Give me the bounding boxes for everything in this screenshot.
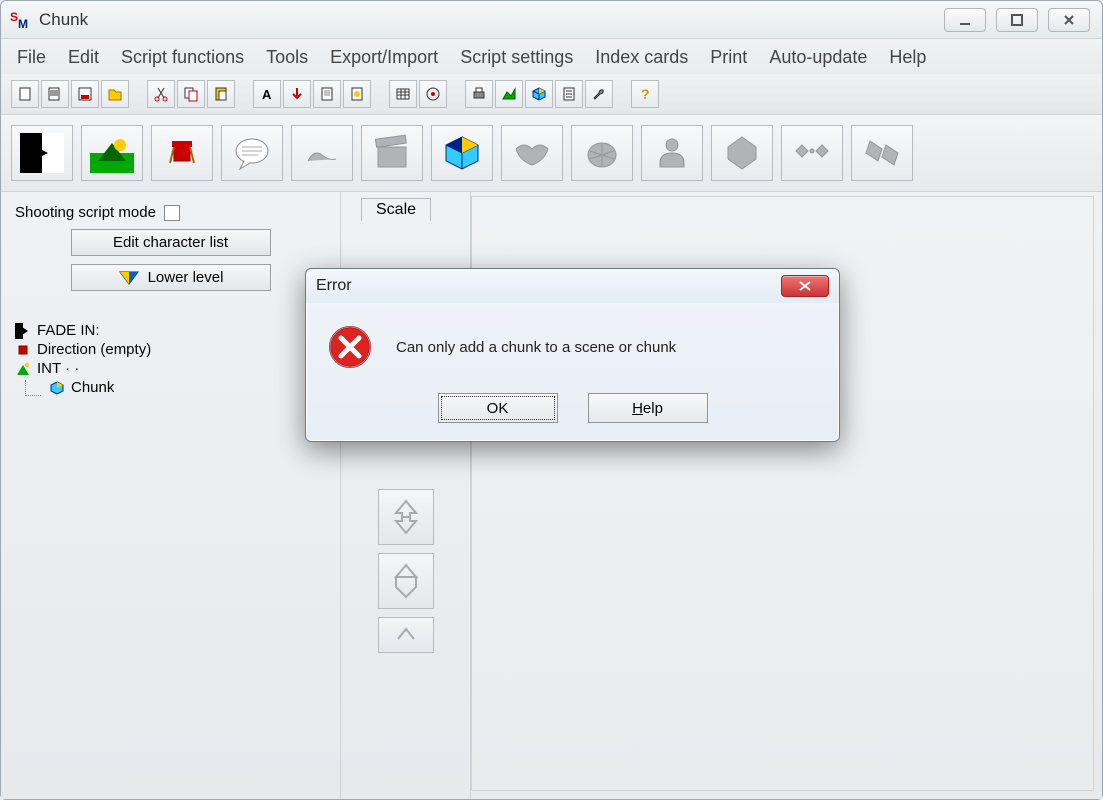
dialog-body: Can only add a chunk to a scene or chunk [306,303,839,389]
ok-label: OK [487,400,509,417]
dialog-title: Error [316,277,352,295]
dialog-message: Can only add a chunk to a scene or chunk [396,339,676,356]
dialog-close-button[interactable] [781,275,829,297]
error-dialog: Error Can only add a chunk to a scene or… [305,268,840,442]
help-underline: H [632,400,643,417]
error-icon [326,323,374,371]
dialog-titlebar: Error [306,269,839,303]
dialog-buttons: OK Help [306,389,839,441]
help-rest: elp [643,400,663,417]
close-icon [798,280,812,292]
dialog-help-button[interactable]: Help [588,393,708,423]
dialog-ok-button[interactable]: OK [438,393,558,423]
modal-backdrop: Error Can only add a chunk to a scene or… [0,0,1103,800]
